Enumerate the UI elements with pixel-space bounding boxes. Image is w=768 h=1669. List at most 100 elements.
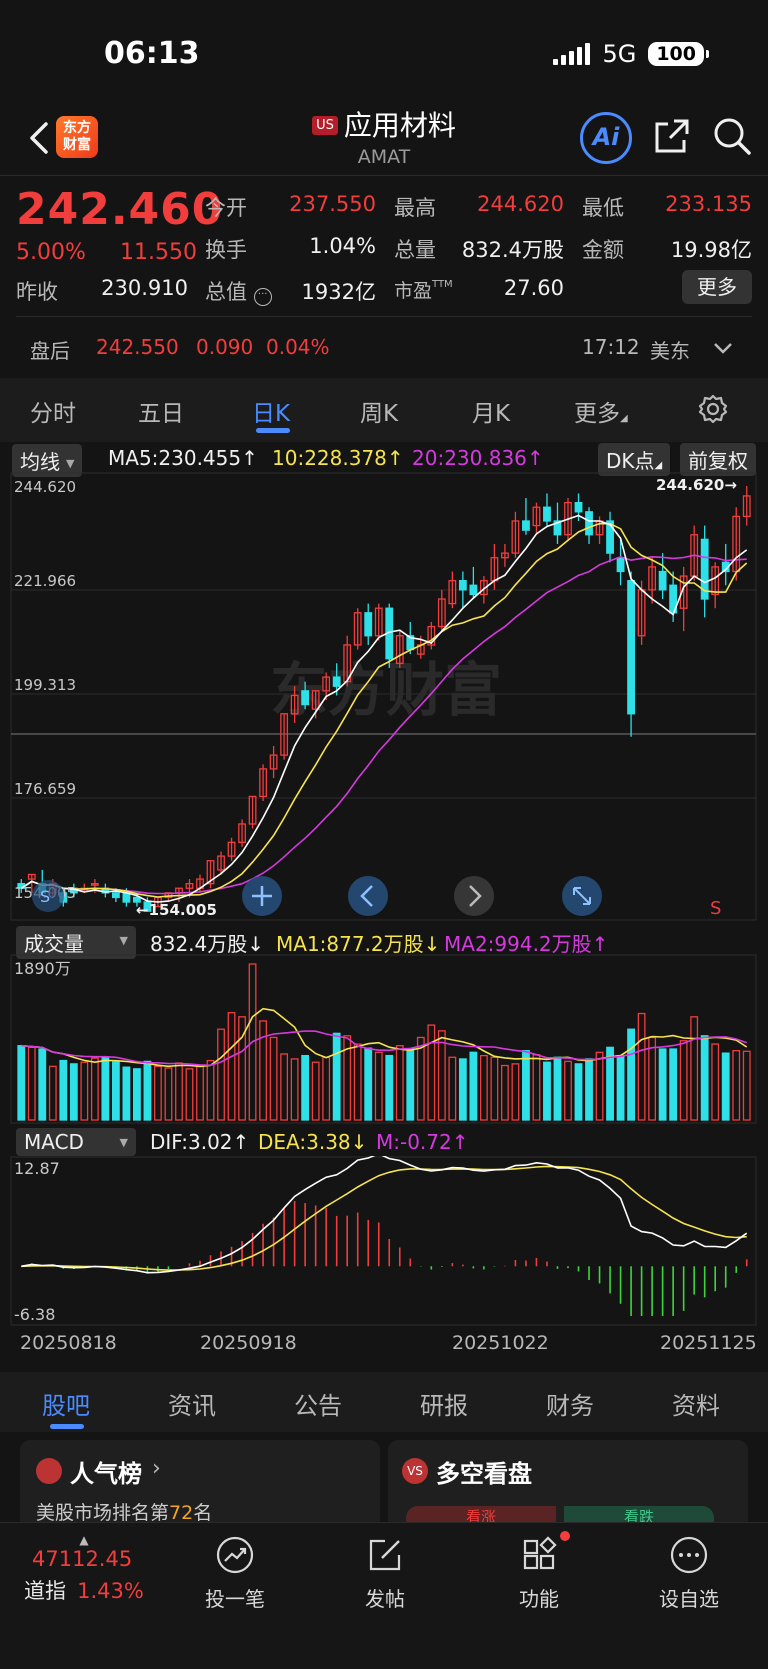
tab-forum[interactable]: 股吧 [42, 1386, 90, 1421]
volume-bar [227, 1012, 236, 1121]
candle-body [469, 584, 478, 596]
tab-announcements[interactable]: 公告 [294, 1386, 342, 1421]
candle-body [111, 892, 120, 899]
volume-bar [458, 1058, 467, 1121]
volume-bar [154, 1065, 162, 1121]
chevron-down-icon[interactable] [712, 338, 734, 358]
fullscreen-button[interactable] [562, 876, 602, 916]
bottom-nav: ▲ 47112.45 道指 1.43% 投一笔 发帖 功能 设自选 [0, 1522, 768, 1669]
after-hours-price: 242.550 [96, 335, 179, 359]
volume-bar [448, 1056, 457, 1121]
share-icon[interactable] [652, 116, 692, 156]
macd-selector[interactable]: MACD ▼ [16, 1128, 136, 1156]
tab-profile[interactable]: 资料 [672, 1386, 720, 1421]
volume-bar [490, 1056, 499, 1121]
volume-chart[interactable]: 1890万 [0, 954, 768, 1124]
prev-close-value: 230.910 [101, 276, 188, 300]
volume-bar [101, 1056, 110, 1121]
signal-icon [553, 43, 591, 65]
popularity-card[interactable]: 人气榜 › 美股市场排名第72名 [20, 1440, 380, 1530]
nav-post[interactable]: 发帖 [330, 1535, 440, 1612]
scroll-right-button[interactable] [454, 876, 494, 916]
volume-bar [437, 1030, 446, 1121]
sentiment-card[interactable]: VS 多空看盘 看涨 看跌 [388, 1440, 748, 1530]
gear-icon[interactable] [698, 394, 728, 424]
last-price: 242.460 [16, 184, 224, 235]
macd-y-top: 12.87 [14, 1159, 60, 1178]
turnover-label: 换手 [205, 238, 247, 262]
volume-bar [48, 1065, 57, 1121]
candle-body [332, 676, 341, 687]
zoom-in-button[interactable] [242, 876, 282, 916]
volume-bar [469, 1051, 478, 1121]
volume-bar [206, 1059, 215, 1121]
index-name: 道指 [24, 1579, 66, 1603]
ma20-label: 20:230.836↑ [412, 446, 544, 470]
candle-body [627, 580, 635, 715]
more-quote-button[interactable]: 更多 [682, 270, 752, 304]
index-ticker[interactable]: ▲ 47112.45 道指 1.43% [24, 1533, 164, 1605]
battery-icon: 100 [648, 42, 709, 66]
tab-monthly-k[interactable]: 月K [472, 394, 510, 428]
period-tabs: 分时 五日 日K 周K 月K 更多◢ [0, 378, 768, 442]
dk-s-marker: S [32, 880, 64, 912]
tab-news[interactable]: 资讯 [168, 1386, 216, 1421]
nav-invest[interactable]: 投一笔 [180, 1535, 290, 1612]
volume-bar [122, 1066, 131, 1121]
volume-bar [574, 1063, 583, 1121]
tab-weekly-k[interactable]: 周K [360, 394, 398, 428]
macd-chart[interactable]: 12.87 -6.38 [0, 1156, 768, 1326]
volume-bar [616, 1054, 625, 1121]
volume-bar [669, 1048, 678, 1121]
volume-bar [679, 1040, 688, 1121]
info-tabs: 股吧 资讯 公告 研报 财务 资料 [0, 1372, 768, 1432]
volume-bar [585, 1058, 593, 1121]
divider [16, 316, 752, 317]
status-time: 06:13 [104, 36, 200, 71]
candle-body [574, 501, 583, 513]
volume-label: 总量 [394, 238, 436, 262]
more-dots-icon[interactable]: ··· [253, 288, 272, 306]
min-price-marker: ←154.005 [136, 901, 217, 919]
candle-body [458, 580, 467, 591]
ai-assistant-button[interactable]: Ai [580, 112, 632, 164]
tab-more[interactable]: 更多◢ [574, 394, 628, 428]
tab-daily-k[interactable]: 日K [252, 394, 290, 428]
dea-line [21, 1165, 747, 1271]
tab-five-day[interactable]: 五日 [138, 394, 184, 428]
date-tick: 20250818 [20, 1332, 117, 1354]
mktcap-label: 总值 ··· [205, 276, 272, 306]
tab-intraday[interactable]: 分时 [30, 394, 76, 428]
nav-functions[interactable]: 功能 [484, 1531, 594, 1612]
after-hours-percent: 0.04% [266, 335, 330, 359]
status-indicators: 5G 100 [553, 40, 709, 68]
volume-bar [143, 1060, 152, 1121]
mktcap-value: 1932亿 [301, 280, 376, 304]
volume-bar [742, 1050, 751, 1121]
v-bars [17, 963, 751, 1121]
edit-icon [369, 1539, 401, 1571]
candle-body [658, 570, 667, 591]
scroll-left-button[interactable] [348, 876, 388, 916]
low-value: 233.135 [665, 192, 752, 216]
tab-research[interactable]: 研报 [420, 1386, 468, 1421]
volume-bar [280, 1053, 289, 1121]
volume-bar [164, 1067, 173, 1121]
volume-bar [196, 1065, 204, 1121]
pe-label: 市盈TTM [394, 279, 453, 302]
market-badge: US [312, 116, 338, 135]
candle-body [585, 511, 593, 536]
volume-bar [511, 1063, 520, 1121]
volume-bar [133, 1068, 141, 1121]
open-label: 今开 [205, 196, 247, 220]
after-hours-zone: 美东 [650, 339, 690, 363]
volume-bar [301, 1054, 310, 1121]
candlestick-chart[interactable]: 东方财富 244.620221.966199.313176.659154.005… [0, 472, 768, 922]
tab-financials[interactable]: 财务 [546, 1386, 594, 1421]
candle-body [543, 506, 551, 522]
volume-bar [543, 1061, 551, 1121]
index-value: 47112.45 [32, 1547, 133, 1571]
nav-watchlist[interactable]: 设自选 [634, 1535, 744, 1612]
search-icon[interactable] [712, 116, 752, 156]
after-hours-time: 17:12 [582, 335, 640, 359]
